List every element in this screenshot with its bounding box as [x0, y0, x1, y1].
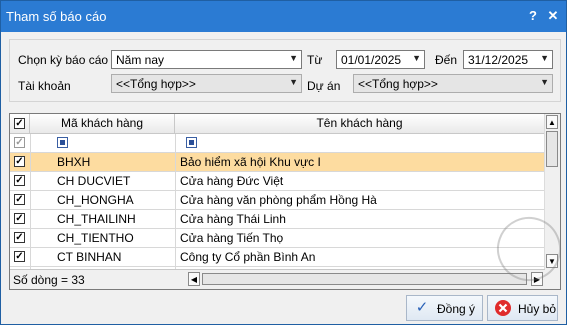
report-parameters-dialog: Tham số báo cáo ? ✕ Chọn kỳ báo cáo Năm … — [0, 0, 567, 325]
row-checkbox[interactable]: ✓ — [14, 175, 25, 186]
column-header-code[interactable]: Mã khách hàng — [30, 114, 175, 134]
cell-customer-code[interactable]: CH_TIENTHO — [30, 229, 150, 248]
cancel-button-label: Hủy bỏ — [518, 302, 557, 316]
cancel-button[interactable]: Hủy bỏ — [487, 295, 558, 321]
chevron-down-icon: ▼ — [289, 53, 298, 63]
parameters-panel: Chọn kỳ báo cáo Năm nay ▼ Từ 01/01/2025 … — [9, 39, 561, 102]
row-checkbox[interactable]: ✓ — [14, 213, 25, 224]
period-value: Năm nay — [116, 53, 165, 67]
table-row[interactable]: ✓ CH DUCVIET Cửa hàng Đức Việt — [10, 172, 545, 191]
header-select-all[interactable]: ✓ — [10, 114, 30, 134]
cell-customer-name[interactable]: Cửa hàng Thái Linh — [175, 210, 545, 229]
chevron-down-icon: ▼ — [289, 77, 298, 87]
scroll-thumb[interactable] — [546, 131, 558, 167]
filter-icon[interactable] — [186, 137, 197, 148]
account-label: Tài khoản — [18, 79, 71, 93]
scroll-left-arrow-icon[interactable]: ◀ — [188, 272, 200, 286]
horizontal-scrollbar[interactable]: ◀ ▶ — [188, 272, 545, 286]
table-row[interactable]: ✓ CH_HONGHA Cửa hàng văn phòng phẩm Hồng H… — [10, 191, 545, 210]
cancel-icon — [494, 299, 512, 317]
chevron-down-icon: ▼ — [412, 53, 421, 63]
table-row[interactable]: ✓ CH_THAILINH Cửa hàng Thái Linh — [10, 210, 545, 229]
to-date-value: 31/12/2025 — [468, 53, 529, 67]
cell-customer-code[interactable]: CH_THAILINH — [30, 210, 150, 229]
from-label: Từ — [307, 53, 323, 67]
scroll-thumb[interactable] — [202, 273, 527, 285]
chevron-down-icon: ▼ — [540, 53, 549, 63]
chevron-down-icon: ▼ — [540, 77, 549, 87]
from-date-value: 01/01/2025 — [341, 53, 402, 67]
project-label: Dự án — [307, 79, 341, 93]
table-row[interactable]: ✓ CH_TIENTHO Cửa hàng Tiến Thọ — [10, 229, 545, 248]
row-checkbox[interactable]: ✓ — [14, 194, 25, 205]
select-all-checkbox[interactable]: ✓ — [14, 118, 25, 129]
from-date-picker[interactable]: 01/01/2025 ▼ — [336, 50, 425, 69]
dialog-title: Tham số báo cáo — [6, 9, 107, 24]
cell-customer-name[interactable]: Cửa hàng Tiến Thọ — [175, 229, 545, 248]
cell-customer-code[interactable]: CH DUCVIET — [30, 172, 150, 191]
project-value: <<Tổng hợp>> — [358, 77, 438, 91]
period-dropdown[interactable]: Năm nay ▼ — [111, 50, 302, 69]
to-date-picker[interactable]: 31/12/2025 ▼ — [463, 50, 553, 69]
table-row[interactable]: ✓ CT BINHAN Công ty Cổ phần Bình An — [10, 248, 545, 267]
close-button[interactable]: ✕ — [544, 7, 562, 25]
cell-customer-code[interactable]: CH_HONGHA — [30, 191, 150, 210]
cell-customer-code[interactable]: CT BINHAN — [30, 248, 150, 267]
to-label: Đến — [435, 53, 458, 67]
account-value: <<Tổng hợp>> — [116, 77, 196, 91]
row-checkbox[interactable]: ✓ — [14, 156, 25, 167]
filter-row: ✓ — [10, 134, 545, 153]
cell-customer-name[interactable]: Bảo hiểm xã hội Khu vực I — [175, 153, 545, 172]
customer-grid: ✓ Mã khách hàng Tên khách hàng ✓ ✓ BHXH Bả… — [9, 113, 561, 290]
filter-checkbox[interactable]: ✓ — [14, 137, 25, 148]
period-label: Chọn kỳ báo cáo — [18, 53, 109, 67]
row-count: Số dòng = 33 — [13, 273, 85, 287]
scroll-up-arrow-icon[interactable]: ▲ — [546, 115, 558, 129]
cell-customer-code[interactable]: BHXH — [30, 153, 150, 172]
title-bar[interactable]: Tham số báo cáo ? ✕ — [1, 1, 566, 32]
filter-icon[interactable] — [57, 137, 68, 148]
row-checkbox[interactable]: ✓ — [14, 232, 25, 243]
cell-customer-name[interactable]: Cửa hàng văn phòng phẩm Hồng Hà — [175, 191, 545, 210]
account-dropdown[interactable]: <<Tổng hợp>> ▼ — [111, 74, 302, 93]
table-row[interactable]: ✓ BHXH Bảo hiểm xã hội Khu vực I — [10, 153, 545, 172]
ok-button-label: Đồng ý — [437, 302, 476, 316]
cell-customer-name[interactable]: Công ty Cổ phần Bình An — [175, 248, 545, 267]
checkmark-icon: ✓ — [415, 299, 429, 316]
help-button[interactable]: ? — [524, 7, 542, 25]
ok-button[interactable]: ✓ Đồng ý — [406, 295, 483, 321]
filter-cell-code[interactable] — [30, 134, 150, 153]
row-checkbox[interactable]: ✓ — [14, 251, 25, 262]
column-header-name[interactable]: Tên khách hàng — [175, 114, 545, 134]
project-dropdown[interactable]: <<Tổng hợp>> ▼ — [353, 74, 553, 93]
filter-cell-name[interactable] — [175, 134, 545, 153]
cell-customer-name[interactable]: Cửa hàng Đức Việt — [175, 172, 545, 191]
